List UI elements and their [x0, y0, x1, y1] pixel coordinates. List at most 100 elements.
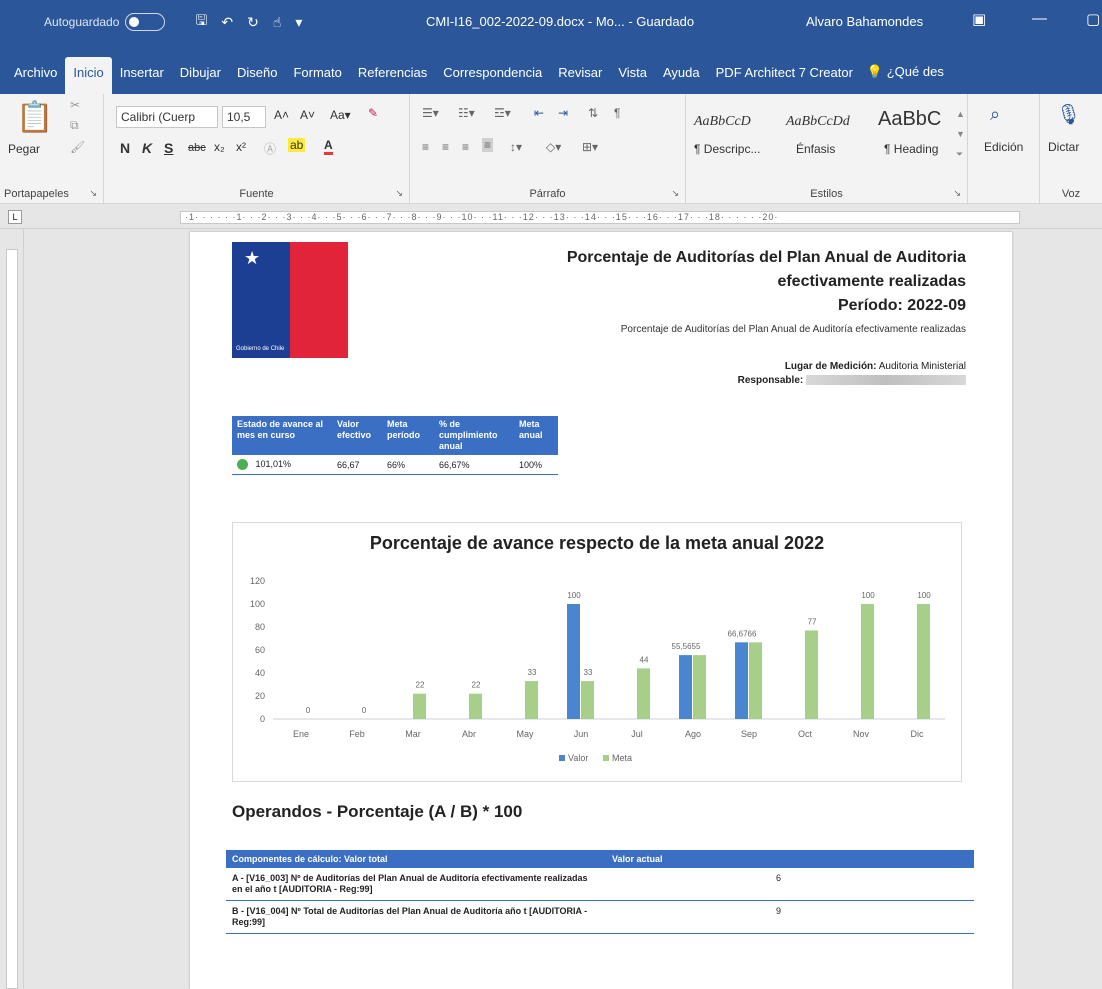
sort-icon[interactable]: ⇅ — [588, 106, 598, 120]
editing-button[interactable]: Edición — [984, 140, 1023, 154]
paste-button[interactable]: Pegar — [8, 142, 40, 156]
strikethrough-icon[interactable]: abc — [188, 142, 206, 154]
progress-chart[interactable]: Porcentaje de avance respecto de la meta… — [232, 522, 962, 782]
maximize-icon[interactable]: ▢ — [1086, 10, 1100, 28]
justify-icon[interactable]: ≡ — [482, 138, 494, 152]
tab-ayuda[interactable]: Ayuda — [655, 65, 708, 94]
place-label: Lugar de Medición: — [784, 361, 877, 372]
tell-me-search[interactable]: 💡 ¿Qué des — [861, 64, 950, 94]
touch-mode-icon[interactable]: ☝ — [273, 14, 282, 31]
cut-icon[interactable]: ✂ — [70, 98, 80, 112]
minimize-icon[interactable]: — — [1032, 10, 1047, 27]
ribbon-tabs: Archivo Inicio Insertar Dibujar Diseño F… — [0, 44, 1102, 94]
data-label: 33 — [528, 668, 537, 677]
decrease-indent-icon[interactable]: ⇤ — [534, 106, 544, 120]
autosave-control[interactable]: Autoguardado — [44, 13, 166, 31]
responsible-label: Responsable: — [737, 375, 804, 386]
ribbon-display-icon[interactable]: ▣ — [972, 10, 986, 28]
styles-scroll-icon[interactable]: ▲ ▼ ⏷ — [956, 104, 965, 164]
shrink-font-icon[interactable]: A˅ — [300, 108, 315, 122]
tab-formato[interactable]: Formato — [285, 65, 349, 94]
font-name-box[interactable]: Calibri (Cuerp — [116, 106, 218, 128]
pilcrow-icon[interactable]: ¶ — [614, 106, 620, 120]
copy-icon[interactable]: ⧉ — [70, 118, 79, 133]
operand-label: B - [V16_004] Nº Total de Auditorías del… — [226, 900, 606, 934]
chart-canvas: 0 20 40 60 80 100 120 Ene 0 Feb 0 Mar 22 Abr 22 May 33 Ju… — [250, 576, 945, 763]
tab-insertar[interactable]: Insertar — [112, 65, 172, 94]
italic-icon[interactable]: K — [142, 140, 152, 156]
change-case-icon[interactable]: Aa▾ — [330, 108, 351, 122]
paragraph-launcher-icon[interactable]: ↘ — [671, 188, 679, 199]
responsible-redacted — [806, 375, 966, 386]
format-painter-icon[interactable]: 🖌 — [70, 140, 85, 154]
tab-dibujar[interactable]: Dibujar — [172, 65, 229, 94]
paragraph-group: ☰▾ ☷▾ ☲▾ ⇤ ⇥ ⇅ ¶ ≡ ≡ ≡ ≡ ↕▾ ◇▾ ⊞▾ Párraf… — [410, 94, 686, 204]
superscript-icon[interactable]: x² — [236, 140, 246, 154]
quick-access-toolbar: 🖫 ↶ ↻ ☝ ▾ — [195, 10, 302, 34]
search-icon[interactable]: ⌕ — [990, 104, 1000, 125]
numbering-icon[interactable]: ☷▾ — [458, 106, 475, 120]
style-name: Énfasis — [796, 142, 836, 156]
bold-icon[interactable]: N — [120, 140, 130, 156]
customize-toolbar-icon[interactable]: ▾ — [295, 14, 302, 31]
subscript-icon[interactable]: x₂ — [214, 140, 225, 154]
redo-icon[interactable]: ↻ — [247, 14, 259, 31]
tab-diseno[interactable]: Diseño — [229, 65, 285, 94]
data-label: 100 — [917, 591, 931, 600]
align-center-icon[interactable]: ≡ — [442, 140, 449, 154]
font-color-icon[interactable]: A — [324, 138, 333, 155]
increase-indent-icon[interactable]: ⇥ — [558, 106, 568, 120]
tab-revisar[interactable]: Revisar — [550, 65, 610, 94]
microphone-icon[interactable]: 🎙 — [1056, 102, 1081, 127]
horizontal-ruler: L ·1· · · · · ·1· · ·2· · ·3· · ·4· · ·5… — [0, 205, 1102, 229]
dictate-button[interactable]: Dictar — [1048, 140, 1079, 154]
align-right-icon[interactable]: ≡ — [462, 140, 469, 154]
paste-icon[interactable]: 📋 — [16, 100, 53, 135]
multilevel-list-icon[interactable]: ☲▾ — [494, 106, 511, 120]
tab-referencias[interactable]: Referencias — [350, 65, 435, 94]
style-sample: AaBbC — [878, 108, 942, 130]
place-value: Auditoria Ministerial — [878, 361, 966, 372]
kpi-table: Estado de avance al mes en curso Valor e… — [232, 416, 558, 476]
ribbon: 📋 Pegar ✂ ⧉ 🖌 Portapapeles ↘ Calibri (Cu… — [0, 94, 1102, 204]
borders-icon[interactable]: ⊞▾ — [582, 140, 598, 154]
bullets-icon[interactable]: ☰▾ — [422, 106, 439, 120]
x-tick-label: May — [516, 729, 534, 739]
voice-group-label: Voz — [1061, 188, 1081, 200]
y-tick-label: 0 — [260, 714, 265, 724]
tab-correspondencia[interactable]: Correspondencia — [435, 65, 550, 94]
text-effects-icon[interactable]: Ⓐ — [264, 140, 276, 157]
document-title: CMI-I16_002-2022-09.docx - Mo... - Guard… — [426, 14, 695, 29]
y-tick-label: 80 — [255, 622, 265, 632]
vertical-ruler-track[interactable] — [6, 249, 18, 989]
user-name[interactable]: Alvaro Bahamondes — [806, 14, 923, 29]
document-page[interactable]: ★ Gobierno de Chile Porcentaje de Audito… — [190, 232, 1012, 989]
tab-selector-icon[interactable]: L — [8, 210, 22, 224]
bar-meta — [749, 642, 762, 719]
tab-inicio[interactable]: Inicio — [65, 57, 112, 94]
grow-font-icon[interactable]: A˄ — [274, 108, 289, 122]
ruler-track[interactable]: ·1· · · · · ·1· · ·2· · ·3· · ·4· · ·5· … — [180, 211, 1020, 224]
font-launcher-icon[interactable]: ↘ — [395, 188, 403, 199]
undo-icon[interactable]: ↶ — [221, 14, 233, 31]
styles-launcher-icon[interactable]: ↘ — [953, 188, 961, 199]
font-size-box[interactable]: 10,5 — [222, 106, 266, 128]
align-left-icon[interactable]: ≡ — [422, 140, 429, 154]
document-subtitle: Porcentaje de Auditorías del Plan Anual … — [620, 324, 966, 335]
style-descripcion[interactable]: AaBbCcD ¶ Descripc... — [686, 102, 778, 164]
save-icon[interactable]: 🖫 — [195, 10, 207, 34]
style-enfasis[interactable]: AaBbCcDd Énfasis — [778, 102, 870, 164]
clear-format-icon[interactable]: ✎ — [368, 106, 378, 120]
line-spacing-icon[interactable]: ↕▾ — [510, 140, 522, 154]
document-heading: Porcentaje de Auditorías del Plan Anual … — [566, 249, 966, 314]
tab-vista[interactable]: Vista — [610, 65, 655, 94]
operand-label: A - [V16_003] Nº de Auditorías del Plan … — [226, 868, 606, 901]
highlight-icon[interactable]: ab — [288, 138, 306, 152]
underline-icon[interactable]: S — [164, 140, 173, 156]
style-heading[interactable]: AaBbC ¶ Heading — [870, 102, 962, 164]
tab-pdf-architect[interactable]: PDF Architect 7 Creator — [708, 65, 861, 94]
clipboard-launcher-icon[interactable]: ↘ — [89, 188, 97, 199]
autosave-toggle[interactable] — [125, 13, 166, 31]
tab-archivo[interactable]: Archivo — [6, 65, 65, 94]
shading-icon[interactable]: ◇▾ — [546, 140, 561, 154]
